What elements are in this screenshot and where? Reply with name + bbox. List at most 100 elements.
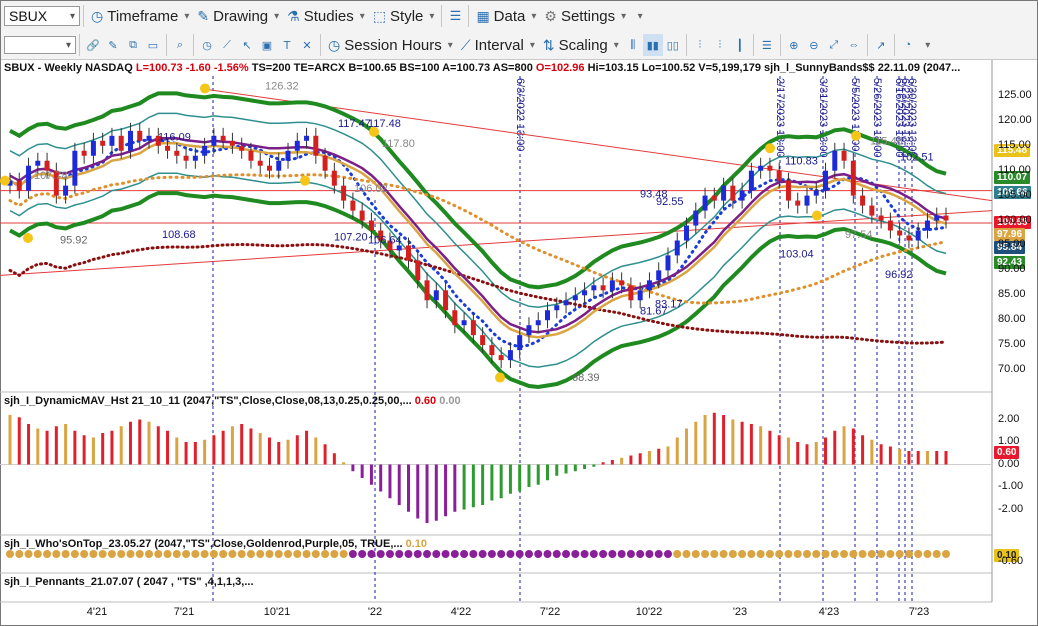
candle-body bbox=[331, 170, 337, 186]
who-on-top-dot bbox=[942, 550, 950, 558]
x-tick-label: 10'21 bbox=[263, 606, 291, 618]
who-on-top-dot bbox=[877, 550, 886, 558]
hollow-candle-icon[interactable]: ▯▯ bbox=[663, 34, 683, 56]
price-annotation: 115.48 bbox=[870, 135, 903, 147]
candle-body bbox=[887, 220, 893, 231]
who-on-top-dot bbox=[932, 550, 941, 558]
who-on-top-dot bbox=[80, 550, 89, 558]
divider bbox=[893, 34, 895, 56]
who-on-top-dot bbox=[654, 550, 663, 558]
ohlc-icon[interactable]: ⫶ bbox=[690, 34, 710, 56]
trend-icon[interactable]: ↗ bbox=[871, 34, 891, 56]
line-icon[interactable]: ┃ bbox=[730, 34, 750, 56]
who-on-top-dot bbox=[543, 550, 552, 558]
zoom-chart-icon[interactable]: ⌕ bbox=[170, 34, 190, 56]
flask-icon: ⚗ bbox=[287, 7, 300, 24]
y-tick-label: 125.00 bbox=[998, 88, 1032, 101]
who-on-top-dot bbox=[589, 550, 598, 558]
interval-button[interactable]: ⟋ Interval ▾ bbox=[457, 33, 539, 57]
clock-icon[interactable]: ◷ bbox=[197, 34, 217, 56]
who-on-top-dot bbox=[404, 550, 413, 558]
chevron-down-icon: ▾ bbox=[531, 10, 537, 22]
zoom-in-icon[interactable]: ⊕ bbox=[784, 34, 804, 56]
bar-chart-icon[interactable]: ⫼ bbox=[623, 34, 643, 56]
price-annotation: 116.09 bbox=[158, 131, 191, 143]
image-icon[interactable]: ▣ bbox=[257, 34, 277, 56]
divider bbox=[752, 34, 754, 56]
interval-label: Interval bbox=[474, 36, 524, 54]
candle-body bbox=[600, 285, 606, 291]
settings-button[interactable]: ⚙ Settings ▾ bbox=[540, 4, 630, 28]
who-on-top-dot bbox=[450, 550, 459, 558]
who-on-top-dot bbox=[358, 550, 367, 558]
clear-icon[interactable]: ✕ bbox=[297, 34, 317, 56]
candle-body bbox=[174, 150, 180, 156]
zoom-out-icon[interactable]: ⊖ bbox=[804, 34, 824, 56]
price-change: L=100.73 -1.60 -1.56% bbox=[135, 62, 249, 74]
who-on-top-dot bbox=[793, 550, 802, 558]
who-on-top-dot bbox=[719, 550, 728, 558]
fit-icon[interactable]: ⤢ bbox=[824, 34, 844, 56]
y-tick-label: 115.00 bbox=[998, 138, 1031, 151]
y-tick-label: 100.00 bbox=[998, 213, 1032, 226]
candle-body bbox=[183, 155, 189, 161]
main-toolbar: SBUX ▾ ◷ Timeframe ▾ ✎ Drawing ▾ ⚗ Studies ▾ ⬚… bbox=[1, 1, 1037, 32]
candle-body bbox=[35, 160, 41, 166]
text-icon[interactable]: Ｔ bbox=[277, 34, 297, 56]
overflow-icon[interactable]: ▾ bbox=[918, 34, 938, 56]
copy-icon[interactable]: ⧉ bbox=[123, 34, 143, 56]
drawing-tool-icon[interactable]: ⟋ bbox=[217, 34, 237, 56]
layout-icon[interactable]: ☰ bbox=[445, 5, 465, 27]
candle-body bbox=[665, 255, 671, 271]
candle-body bbox=[350, 200, 356, 211]
open-value: O=102.96 bbox=[535, 62, 585, 74]
price-annotation: 68.39 bbox=[572, 372, 600, 384]
who-on-top-dot bbox=[830, 550, 839, 558]
window-icon[interactable]: ▭ bbox=[143, 34, 163, 56]
layers-icon[interactable]: ☰ bbox=[757, 34, 777, 56]
price-annotation: 107.20 bbox=[334, 231, 368, 243]
candle-body bbox=[165, 145, 171, 151]
who-on-top-dot bbox=[441, 550, 450, 558]
symbol-input[interactable]: SBUX ▾ bbox=[4, 6, 80, 26]
analysis-icon[interactable]: ◔ bbox=[898, 34, 918, 56]
overflow-icon[interactable]: ▾ bbox=[630, 5, 650, 27]
scaling-button[interactable]: ⇅ Scaling ▾ bbox=[539, 33, 623, 57]
style-button[interactable]: ⬚ Style ▾ bbox=[369, 4, 439, 28]
who-on-top-dot bbox=[691, 550, 700, 558]
chevron-down-icon[interactable]: ▾ bbox=[70, 11, 75, 22]
who-on-top-dot bbox=[617, 550, 626, 558]
chevron-down-icon: ▾ bbox=[621, 10, 627, 22]
y-tick-label: 110.00 bbox=[998, 163, 1031, 176]
session-hours-button[interactable]: ◷ Session Hours ▾ bbox=[324, 33, 457, 57]
interval-select[interactable]: ▾ bbox=[4, 36, 76, 54]
who-on-top-dot bbox=[701, 550, 710, 558]
scroll-icon[interactable]: ⇔ bbox=[844, 34, 864, 56]
candle-body bbox=[535, 320, 541, 326]
price-annotation: 117.47 bbox=[338, 118, 371, 130]
candle-body bbox=[832, 150, 838, 171]
candle-body bbox=[637, 290, 643, 301]
price-annotation: 126.32 bbox=[265, 80, 299, 92]
price-annotation: 108.68 bbox=[162, 229, 196, 241]
drawing-button[interactable]: ✎ Drawing ▾ bbox=[193, 4, 283, 28]
data-button[interactable]: ▦ Data ▾ bbox=[472, 4, 540, 28]
candle-body bbox=[90, 140, 96, 156]
timeframe-button[interactable]: ◷ Timeframe ▾ bbox=[87, 4, 193, 28]
candle-body bbox=[322, 155, 328, 171]
hlc-icon[interactable]: ⫶ bbox=[710, 34, 730, 56]
candle-body bbox=[146, 135, 152, 141]
candle-body bbox=[304, 135, 310, 141]
y-tick-label: 2.00 bbox=[998, 412, 1020, 425]
who-on-top-dot bbox=[682, 550, 691, 558]
studies-button[interactable]: ⚗ Studies ▾ bbox=[283, 4, 369, 28]
divider bbox=[441, 5, 443, 27]
who-on-top-dot bbox=[487, 550, 496, 558]
who-on-top-dot bbox=[608, 550, 617, 558]
link-icon[interactable]: 🔗 bbox=[83, 34, 103, 56]
candlestick-icon[interactable]: ▮▮ bbox=[642, 34, 663, 56]
pointer-icon[interactable]: ↖ bbox=[237, 34, 257, 56]
edit-icon[interactable]: ✎ bbox=[103, 34, 123, 56]
who-on-top-dot bbox=[43, 550, 52, 558]
candle-body bbox=[943, 215, 949, 221]
